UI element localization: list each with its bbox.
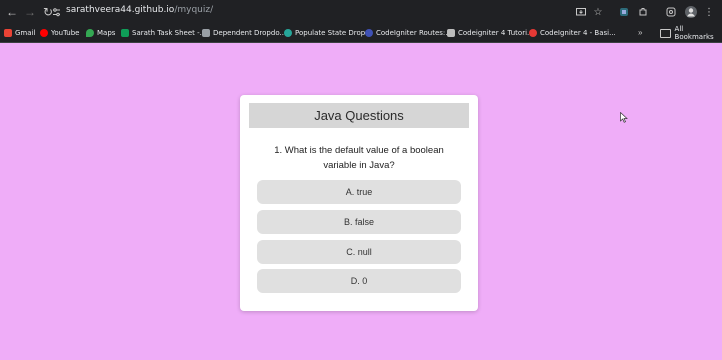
bookmark-codeigniter-tutorial[interactable]: Codeigniter 4 Tutori...	[447, 27, 534, 39]
all-bookmarks-button[interactable]: All Bookmarks	[660, 25, 722, 41]
mouse-cursor-icon	[620, 112, 628, 123]
question-text: 1. What is the default value of a boolea…	[274, 145, 444, 171]
option-a-button[interactable]: A. true	[257, 180, 461, 204]
page-icon	[365, 29, 373, 37]
page-icon	[284, 29, 292, 37]
maps-icon	[86, 29, 94, 37]
option-d-button[interactable]: D. 0	[257, 269, 461, 293]
bookmark-codeigniter-routes[interactable]: CodeIgniter Routes:...	[365, 27, 452, 39]
bookmark-gmail[interactable]: Gmail	[4, 27, 35, 39]
back-icon[interactable]: ←	[4, 4, 20, 20]
address-bar[interactable]: sarathveera44.github.io/myquiz/	[66, 5, 213, 15]
site-info-icon[interactable]	[50, 5, 62, 19]
extension-icon[interactable]	[617, 5, 631, 19]
browser-toolbar: ← → ↻ sarathveera44.github.io/myquiz/ ☆ …	[0, 0, 722, 24]
install-app-icon[interactable]	[574, 5, 588, 19]
bookmark-youtube[interactable]: YouTube	[40, 27, 79, 39]
sheets-icon	[121, 29, 129, 37]
bookmarks-bar: Gmail YouTube Maps Sarath Task Sheet -..…	[0, 24, 722, 43]
bookmark-codeigniter-basics[interactable]: CodeIgniter 4 - Basi...	[529, 27, 616, 39]
menu-kebab-icon[interactable]: ⋮	[702, 5, 716, 19]
profile-avatar-icon[interactable]	[684, 5, 698, 19]
page-icon	[529, 29, 537, 37]
youtube-icon	[40, 29, 48, 37]
page-icon	[202, 29, 210, 37]
bookmarks-overflow-chevron-icon[interactable]: »	[638, 28, 642, 37]
forward-icon[interactable]: →	[22, 4, 38, 20]
bookmark-maps[interactable]: Maps	[86, 27, 115, 39]
option-c-button[interactable]: C. null	[257, 240, 461, 264]
bookmark-populate-state[interactable]: Populate State Drop...	[284, 27, 372, 39]
folder-icon	[660, 28, 671, 38]
puzzle-extensions-icon[interactable]	[636, 5, 650, 19]
gmail-icon	[4, 29, 12, 37]
bookmark-star-icon[interactable]: ☆	[591, 5, 605, 19]
url-host: sarathveera44.github.io	[66, 5, 175, 15]
tab-search-icon[interactable]	[664, 5, 678, 19]
quiz-title: Java Questions	[249, 103, 469, 128]
bookmark-dependent-dropdown[interactable]: Dependent Dropdo...	[202, 27, 286, 39]
option-b-button[interactable]: B. false	[257, 210, 461, 234]
page-icon	[447, 29, 455, 37]
bookmark-task-sheet[interactable]: Sarath Task Sheet -...	[121, 27, 206, 39]
quiz-card: Java Questions 1. What is the default va…	[240, 95, 478, 311]
url-path: /myquiz/	[174, 5, 214, 15]
